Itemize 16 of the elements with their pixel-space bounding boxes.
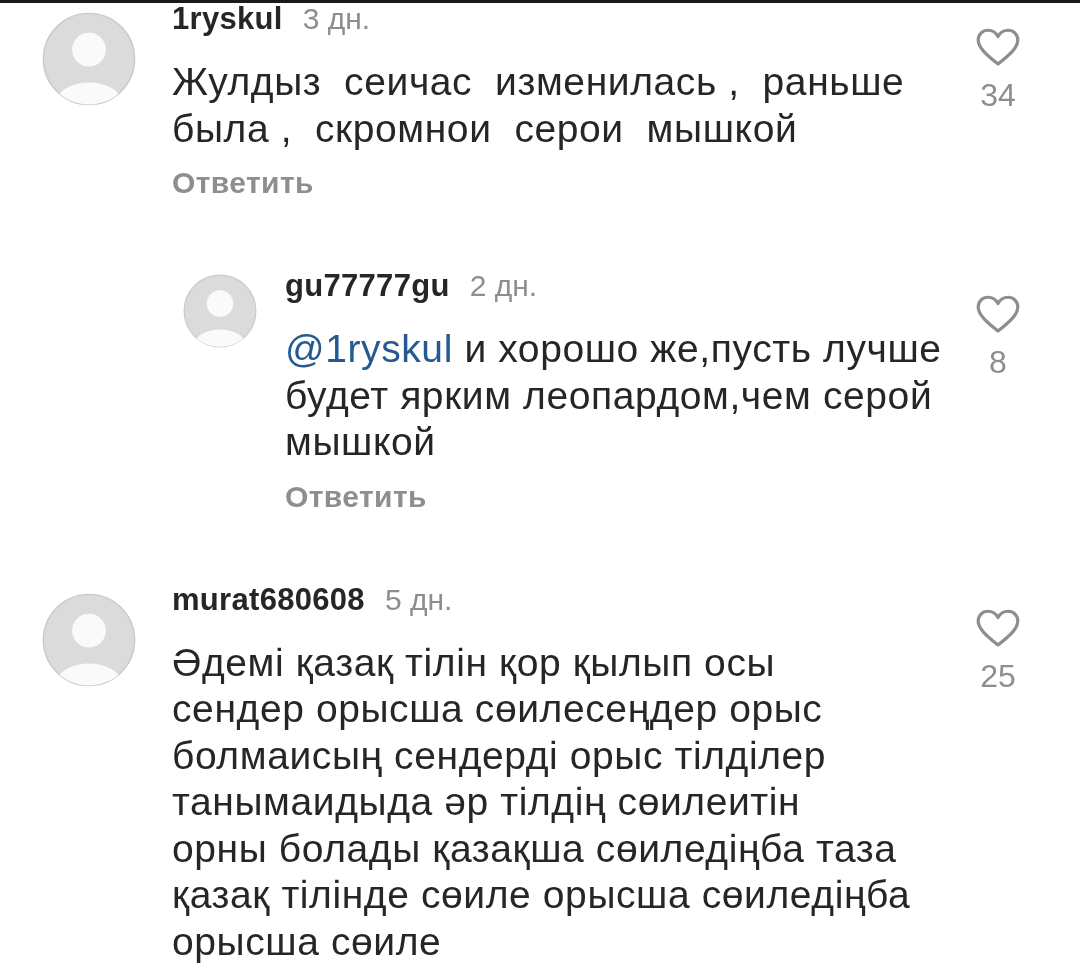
comment-text: Әдемі қазақ тілін қор қылып осы сендер орысша сөилесеңдер орыс болмаисың сендерді орыс тілділер танымаидыда әр тілдің сөилеитін орны болады қазақша сөиледіңба таза қазақ тілінде сөиле орысша сөиледіңба орысша сөиле — [172, 639, 911, 965]
username[interactable]: 1ryskul — [172, 3, 283, 35]
heart-icon[interactable] — [976, 28, 1020, 67]
like-count: 34 — [980, 77, 1016, 113]
timestamp: 5 дн. — [384, 583, 453, 616]
like-count: 25 — [980, 657, 1016, 694]
like-count: 8 — [989, 344, 1007, 380]
username[interactable]: murat680608 — [172, 583, 365, 616]
heart-icon[interactable] — [976, 295, 1020, 334]
comment-text: @1ryskul и хорошо же,пусть лучше будет ярким леопардом,чем серой мышкой — [285, 326, 942, 465]
timestamp: 3 дн. — [302, 3, 371, 35]
username[interactable]: gu77777gu — [285, 270, 450, 302]
timestamp: 2 дн. — [469, 270, 538, 302]
mention-link[interactable]: @1ryskul — [285, 327, 453, 370]
comment-text: Жулдыз сеичас изменилась , раньше была , скромнои серои мышкой — [172, 59, 905, 152]
heart-icon[interactable] — [976, 608, 1020, 648]
